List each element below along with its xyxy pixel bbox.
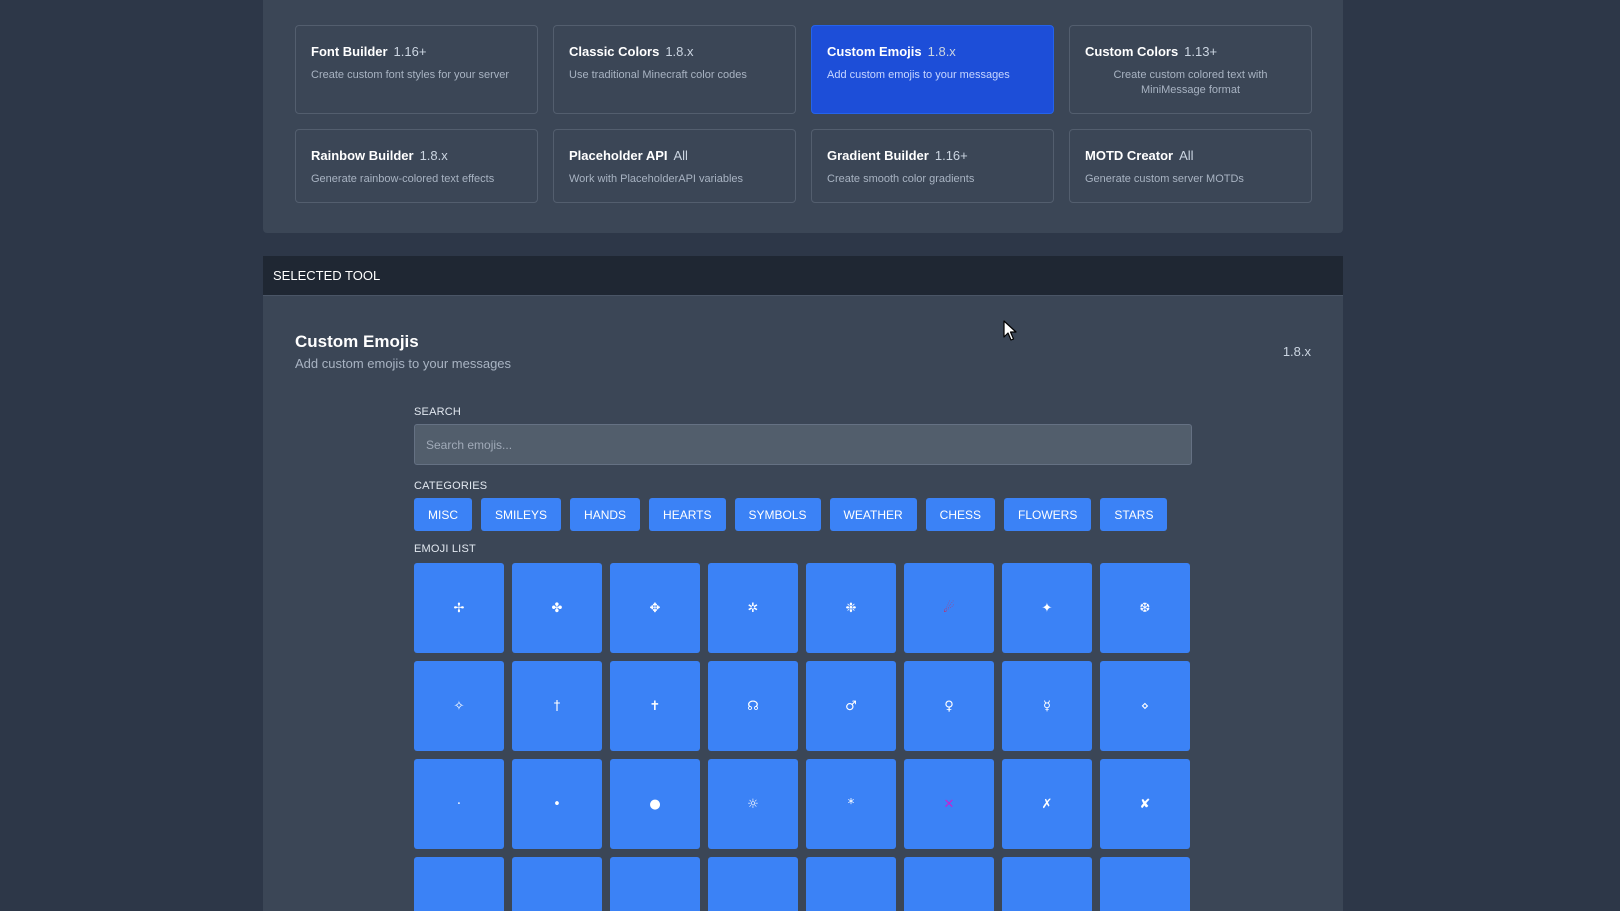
category-misc-button[interactable]: MISC bbox=[414, 498, 472, 531]
category-symbols-button[interactable]: SYMBOLS bbox=[734, 498, 821, 531]
emoji-button[interactable]: ☊ bbox=[708, 661, 798, 751]
emoji-tool-content: SEARCH CATEGORIES MISC SMILEYS HANDS HEA… bbox=[414, 406, 1192, 911]
emoji-button[interactable]: ⋄ bbox=[1100, 661, 1190, 751]
selected-tool-subtitle: Add custom emojis to your messages bbox=[295, 356, 512, 371]
tool-version: All bbox=[673, 148, 688, 163]
mouse-cursor-icon bbox=[1003, 320, 1017, 341]
categories-label: CATEGORIES bbox=[414, 480, 488, 492]
category-smileys-button[interactable]: SMILEYS bbox=[481, 498, 562, 531]
tool-name: MOTD Creator bbox=[1085, 148, 1174, 163]
emoji-button[interactable]: ☼ bbox=[708, 759, 798, 849]
emoji-button[interactable]: ☿ bbox=[1002, 661, 1092, 751]
emoji-button[interactable]: ✤ bbox=[512, 563, 602, 653]
category-weather-button[interactable]: WEATHER bbox=[829, 498, 917, 531]
tool-description: Create custom colored text with MiniMess… bbox=[1113, 69, 1268, 96]
emoji-button[interactable]: ♀ bbox=[904, 661, 994, 751]
tool-grid: Font Builder 1.16+ Create custom font sty… bbox=[295, 25, 1312, 203]
tool-version: All bbox=[1179, 148, 1194, 163]
tool-version: 1.8.x bbox=[419, 148, 448, 163]
emoji-button[interactable] bbox=[512, 857, 602, 911]
category-stars-button[interactable]: STARS bbox=[1100, 498, 1168, 531]
page: Font Builder 1.16+ Create custom font sty… bbox=[0, 0, 1620, 911]
emoji-button[interactable]: ❉ bbox=[806, 563, 896, 653]
emoji-button[interactable]: † bbox=[512, 661, 602, 751]
tools-panel: Font Builder 1.16+ Create custom font sty… bbox=[263, 0, 1343, 233]
tool-name: Gradient Builder bbox=[827, 148, 929, 163]
emoji-button[interactable]: • bbox=[512, 759, 602, 849]
tool-name: Placeholder API bbox=[569, 148, 668, 163]
tool-description: Generate rainbow-colored text effects bbox=[311, 173, 495, 185]
selected-tool-section: SELECTED TOOL Custom Emojis Add custom e… bbox=[263, 256, 1343, 911]
emoji-button[interactable]: * bbox=[806, 759, 896, 849]
tool-description: Use traditional Minecraft color codes bbox=[569, 69, 747, 81]
tool-name: Custom Emojis bbox=[827, 44, 922, 59]
tool-version: 1.16+ bbox=[393, 44, 427, 59]
tool-card-custom-emojis[interactable]: Custom Emojis 1.8.x Add custom emojis to … bbox=[811, 25, 1054, 114]
tool-version: 1.13+ bbox=[1184, 44, 1218, 59]
tool-description: Add custom emojis to your messages bbox=[827, 69, 1010, 81]
category-hearts-button[interactable]: HEARTS bbox=[649, 498, 726, 531]
tool-version: 1.8.x bbox=[927, 44, 956, 59]
tool-card-motd-creator[interactable]: MOTD Creator All Generate custom server M… bbox=[1069, 129, 1312, 203]
emoji-button[interactable] bbox=[414, 857, 504, 911]
tool-description: Create smooth color gradients bbox=[827, 173, 975, 185]
emoji-button[interactable] bbox=[806, 857, 896, 911]
search-label: SEARCH bbox=[414, 406, 462, 418]
emoji-button[interactable]: ❆ bbox=[1100, 563, 1190, 653]
emoji-button[interactable]: ✦ bbox=[1002, 563, 1092, 653]
emoji-button[interactable] bbox=[904, 857, 994, 911]
emoji-button[interactable]: ✘ bbox=[1100, 759, 1190, 849]
tool-name: Classic Colors bbox=[569, 44, 660, 59]
selected-tool-title: Custom Emojis bbox=[295, 332, 419, 351]
tool-version: 1.16+ bbox=[934, 148, 968, 163]
tool-card-classic-colors[interactable]: Classic Colors 1.8.x Use traditional Mine… bbox=[553, 25, 796, 114]
category-hands-button[interactable]: HANDS bbox=[570, 498, 641, 531]
tool-card-placeholder-api[interactable]: Placeholder API All Work with Placeholder… bbox=[553, 129, 796, 203]
emoji-button[interactable]: ☄ bbox=[904, 563, 994, 653]
tool-name: Rainbow Builder bbox=[311, 148, 414, 163]
emoji-button[interactable]: ● bbox=[610, 759, 700, 849]
tool-name: Font Builder bbox=[311, 44, 388, 59]
emoji-button[interactable]: ♂ bbox=[806, 661, 896, 751]
emoji-button[interactable] bbox=[1002, 857, 1092, 911]
emoji-button[interactable]: ✕ bbox=[904, 759, 994, 849]
tool-card-custom-colors[interactable]: Custom Colors 1.13+ Create custom colored… bbox=[1069, 25, 1312, 114]
emoji-button[interactable] bbox=[610, 857, 700, 911]
emoji-button[interactable] bbox=[708, 857, 798, 911]
section-header: SELECTED TOOL bbox=[263, 256, 1343, 296]
emoji-button[interactable]: ✥ bbox=[610, 563, 700, 653]
emoji-button[interactable]: ✲ bbox=[708, 563, 798, 653]
tool-card-font-builder[interactable]: Font Builder 1.16+ Create custom font sty… bbox=[295, 25, 538, 114]
tool-description: Create custom font styles for your serve… bbox=[311, 69, 510, 81]
selected-tool-version: 1.8.x bbox=[1282, 344, 1311, 359]
tool-description: Generate custom server MOTDs bbox=[1085, 173, 1244, 185]
emoji-button[interactable]: ✧ bbox=[414, 661, 504, 751]
emoji-grid: ✢ ✤ ✥ ✲ ❉ ☄ ✦ ❆ ✧ † ✝ ☊ ♂ ♀ ☿ ⋄ · • ● ☼ bbox=[414, 563, 1192, 911]
category-chess-button[interactable]: CHESS bbox=[925, 498, 995, 531]
emoji-button[interactable]: · bbox=[414, 759, 504, 849]
tool-version: 1.8.x bbox=[665, 44, 694, 59]
search-input[interactable] bbox=[414, 424, 1192, 465]
emoji-button[interactable]: ✝ bbox=[610, 661, 700, 751]
tool-name: Custom Colors bbox=[1085, 44, 1179, 59]
emoji-button[interactable] bbox=[1100, 857, 1190, 911]
tool-card-rainbow-builder[interactable]: Rainbow Builder 1.8.x Generate rainbow-co… bbox=[295, 129, 538, 203]
tool-card-gradient-builder[interactable]: Gradient Builder 1.16+ Create smooth colo… bbox=[811, 129, 1054, 203]
emoji-list-label: EMOJI LIST bbox=[414, 543, 476, 555]
emoji-button[interactable]: ✗ bbox=[1002, 759, 1092, 849]
tool-description: Work with PlaceholderAPI variables bbox=[569, 173, 744, 185]
emoji-button[interactable]: ✢ bbox=[414, 563, 504, 653]
category-flowers-button[interactable]: FLOWERS bbox=[1004, 498, 1092, 531]
category-buttons: MISC SMILEYS HANDS HEARTS SYMBOLS WEATHE… bbox=[414, 498, 1192, 531]
